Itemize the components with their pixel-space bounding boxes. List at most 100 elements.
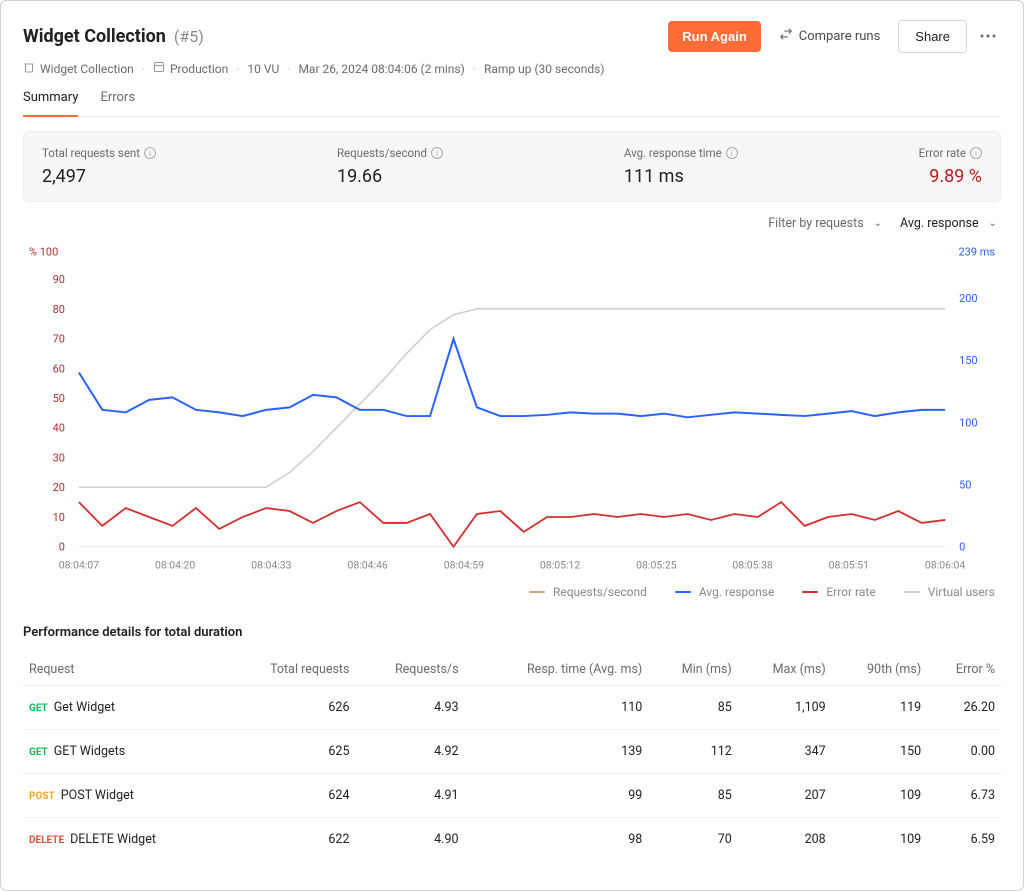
method-badge: DELETE [29,835,64,846]
meta-vu: 10 VU [247,62,279,76]
svg-text:50: 50 [959,478,971,491]
meta-collection: Widget Collection [23,61,134,76]
stat-rps-label: Requests/second [337,146,427,160]
svg-text:239 ms: 239 ms [959,245,996,258]
stat-total-value: 2,497 [42,166,156,187]
chart-legend: Requests/second Avg. response Error rate… [23,585,1001,599]
request-name: GET Widgets [54,744,125,759]
stat-total-requests: Total requests sent i 2,497 [42,146,156,187]
meta-collection-label: Widget Collection [40,62,134,76]
tab-summary[interactable]: Summary [23,90,78,117]
compare-runs-label: Compare runs [799,29,881,44]
col-header[interactable]: Error % [927,654,1001,686]
stat-requests-second: Requests/second i 19.66 [337,146,443,187]
collection-icon [23,61,35,76]
stat-avg-response: Avg. response time i 111 ms [624,146,738,187]
legend-err[interactable]: Error rate [802,585,875,599]
compare-runs-button[interactable]: Compare runs [769,19,891,53]
meta-environment: Production [153,61,228,76]
perf-section-title: Performance details for total duration [23,625,1001,640]
method-badge: POST [29,791,55,802]
svg-text:40: 40 [53,422,65,435]
svg-text:08:04:59: 08:04:59 [444,559,484,572]
performance-chart: % 100239 ms90807060504030201002001501005… [23,237,1001,577]
col-header[interactable]: Max (ms) [738,654,832,686]
svg-text:08:04:07: 08:04:07 [59,559,99,572]
run-meta: Widget Collection · Production · 10 VU ·… [23,61,1001,76]
col-header[interactable]: Resp. time (Avg. ms) [465,654,649,686]
svg-text:90: 90 [53,273,65,286]
page-header: Widget Collection (#5) Run Again Compare… [23,19,1001,53]
info-icon[interactable]: i [970,147,982,159]
svg-text:0: 0 [959,541,965,554]
meta-env-label: Production [170,62,228,76]
svg-text:30: 30 [53,451,65,464]
stat-rps-value: 19.66 [337,166,443,187]
svg-text:20: 20 [53,481,65,494]
col-header[interactable]: 90th (ms) [832,654,928,686]
compare-icon [779,27,793,45]
meta-ramp: Ramp up (30 seconds) [484,62,605,76]
svg-text:100: 100 [959,416,978,429]
run-again-button[interactable]: Run Again [668,21,761,52]
svg-text:% 100: % 100 [29,245,58,258]
share-button[interactable]: Share [898,20,967,53]
svg-text:08:06:04: 08:06:04 [925,559,965,572]
svg-text:08:05:25: 08:05:25 [636,559,676,572]
chart-toolbar: Filter by requests ⌄ Avg. response ⌄ [23,216,997,231]
stat-avg-label: Avg. response time [624,146,722,160]
info-icon[interactable]: i [726,147,738,159]
method-badge: GET [29,703,48,714]
stat-err-value: 9.89 % [919,166,982,187]
svg-text:08:04:46: 08:04:46 [347,559,387,572]
stats-card: Total requests sent i 2,497 Requests/seco… [23,131,1001,202]
chevron-down-icon: ⌄ [874,218,882,229]
svg-text:80: 80 [53,303,65,316]
col-header[interactable]: Min (ms) [648,654,737,686]
stat-avg-value: 111 ms [624,166,738,187]
metric-label: Avg. response [900,216,979,231]
col-header[interactable]: Request [23,654,224,686]
stat-err-label: Error rate [919,146,966,160]
filter-label: Filter by requests [768,216,863,231]
col-header[interactable]: Total requests [224,654,356,686]
table-row[interactable]: POSTPOST Widget 6244.9199852071096.73 [23,774,1001,818]
table-row[interactable]: GETGET Widgets 6254.921391123471500.00 [23,730,1001,774]
legend-avg[interactable]: Avg. response [675,585,774,599]
environment-icon [153,61,165,76]
svg-text:50: 50 [53,392,65,405]
tab-errors[interactable]: Errors [100,90,135,116]
more-menu-button[interactable] [975,23,1001,49]
chevron-down-icon: ⌄ [989,218,997,229]
perf-table: RequestTotal requestsRequests/sResp. tim… [23,654,1001,861]
table-row[interactable]: DELETEDELETE Widget 6224.9098702081096.5… [23,818,1001,862]
svg-text:08:05:51: 08:05:51 [829,559,869,572]
svg-text:70: 70 [53,333,65,346]
svg-text:60: 60 [53,362,65,375]
legend-vu[interactable]: Virtual users [904,585,995,599]
info-icon[interactable]: i [144,147,156,159]
table-row[interactable]: GETGet Widget 6264.93110851,10911926.20 [23,686,1001,730]
legend-rps[interactable]: Requests/second [529,585,647,599]
tabs: Summary Errors [23,90,1001,117]
svg-text:10: 10 [53,511,65,524]
metric-dropdown[interactable]: Avg. response ⌄ [900,216,997,231]
svg-text:0: 0 [59,541,65,554]
svg-text:08:04:20: 08:04:20 [155,559,195,572]
run-number: (#5) [174,27,204,46]
request-name: DELETE Widget [70,832,156,847]
page-title: Widget Collection [23,26,166,47]
svg-text:08:05:12: 08:05:12 [540,559,580,572]
svg-text:08:05:38: 08:05:38 [732,559,772,572]
col-header[interactable]: Requests/s [355,654,464,686]
stat-total-label: Total requests sent [42,146,140,160]
method-badge: GET [29,747,48,758]
stat-error-rate: Error rate i 9.89 % [919,146,982,187]
meta-timestamp: Mar 26, 2024 08:04:06 (2 mins) [298,62,464,76]
svg-text:200: 200 [959,292,978,305]
filter-by-requests-dropdown[interactable]: Filter by requests ⌄ [768,216,882,231]
info-icon[interactable]: i [431,147,443,159]
svg-text:150: 150 [959,354,978,367]
svg-text:08:04:33: 08:04:33 [251,559,291,572]
request-name: Get Widget [54,700,115,715]
